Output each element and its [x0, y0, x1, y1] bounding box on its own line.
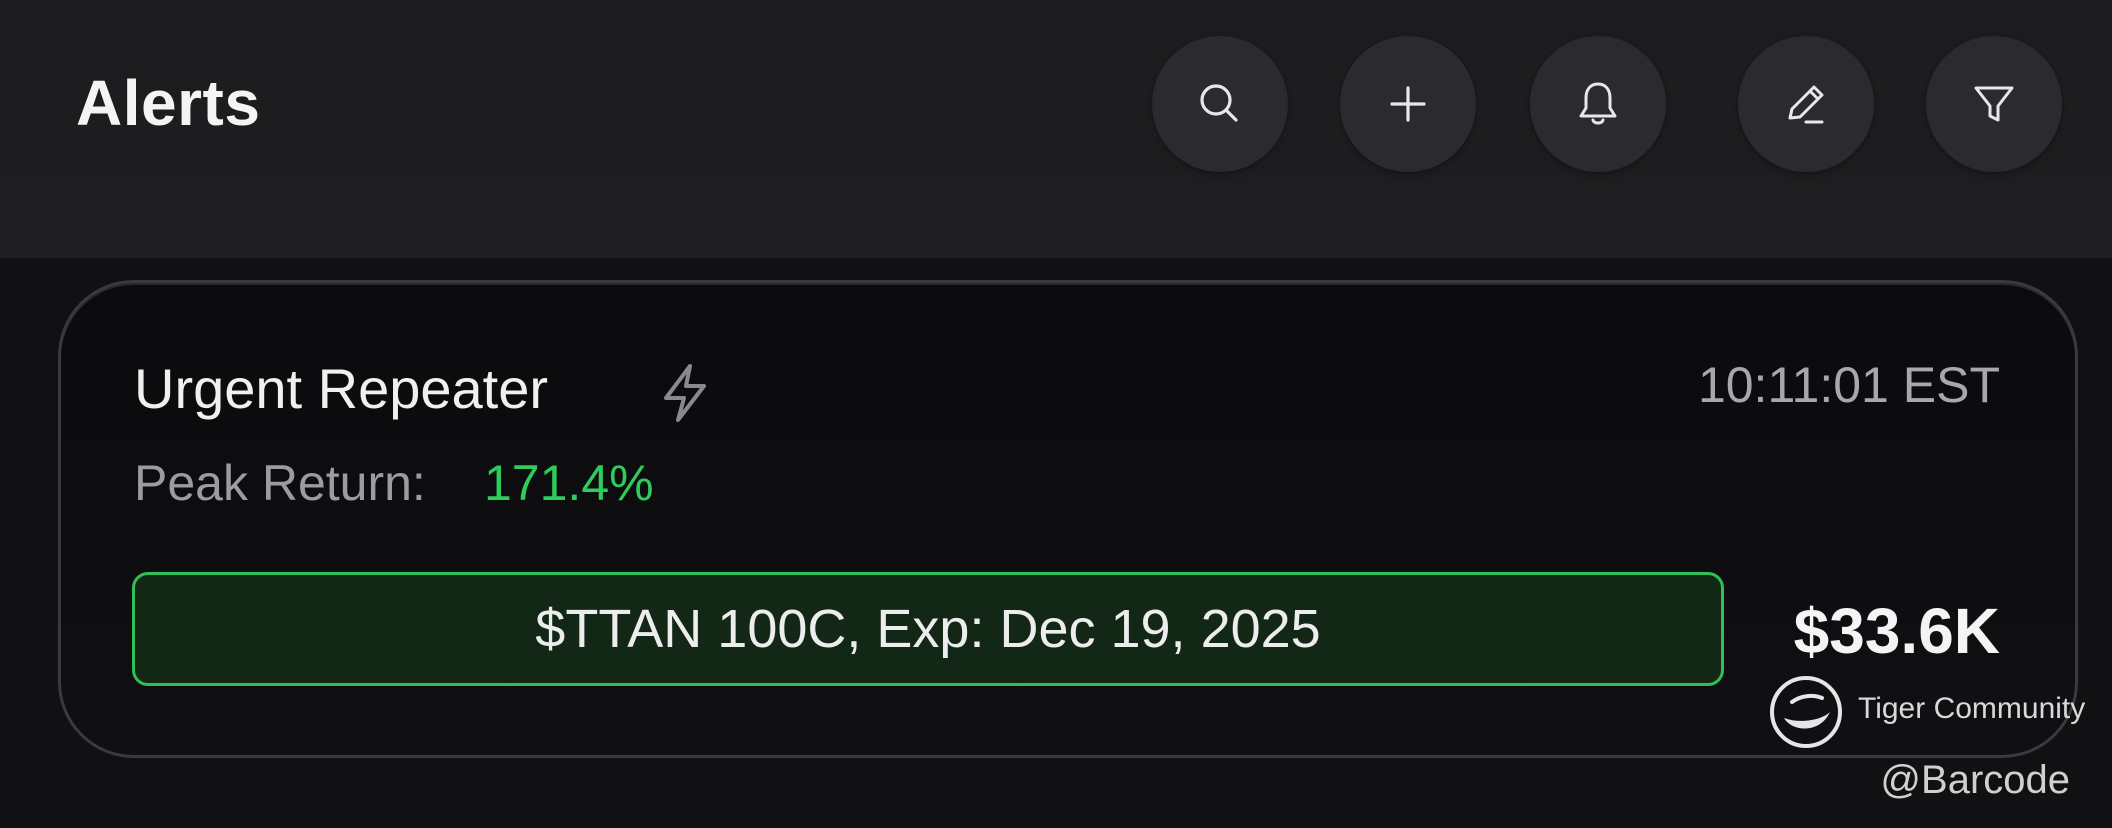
- alert-timestamp: 10:11:01 EST: [1697, 357, 2000, 413]
- search-button[interactable]: [1152, 36, 1288, 172]
- add-alert-button[interactable]: [1340, 36, 1476, 172]
- lightning-bolt-icon: [664, 364, 706, 422]
- pencil-icon: [1788, 85, 1824, 124]
- edit-button[interactable]: [1738, 36, 1874, 172]
- search-icon: [1200, 84, 1238, 122]
- filter-icon: [1974, 86, 2014, 122]
- watermark-handle: @Barcode: [1880, 758, 2070, 802]
- tiger-community-logo: [1770, 676, 1842, 748]
- filter-button[interactable]: [1926, 36, 2062, 172]
- watermark-brand: Tiger Community: [1858, 692, 2086, 725]
- page-title: Alerts: [76, 67, 261, 139]
- bell-icon: [1579, 82, 1617, 125]
- notifications-button[interactable]: [1530, 36, 1666, 172]
- contract-badge[interactable]: $TTAN 100C, Exp: Dec 19, 2025: [132, 572, 1724, 686]
- alert-amount: $33.6K: [1793, 595, 2000, 667]
- peak-return-label: Peak Return:: [134, 455, 426, 511]
- plus-icon: [1390, 86, 1426, 122]
- peak-return-value: 171.4%: [484, 455, 654, 511]
- contract-label: $TTAN 100C, Exp: Dec 19, 2025: [535, 599, 1321, 659]
- alert-name: Urgent Repeater: [134, 357, 549, 420]
- alerts-screen: Alerts Urgent Repeater 10:11:01 EST Peak…: [0, 0, 2112, 828]
